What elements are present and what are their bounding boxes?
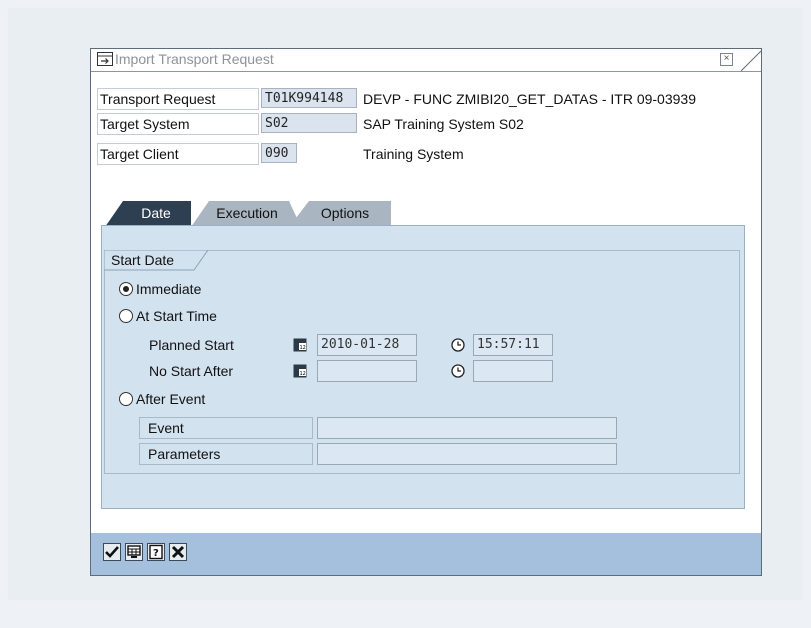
- svg-text:12: 12: [300, 345, 306, 351]
- transport-request-value[interactable]: T01K994148: [261, 88, 357, 108]
- planned-start-date-input[interactable]: 2010-01-28: [317, 334, 417, 356]
- event-label: Event: [139, 417, 313, 439]
- target-system-value[interactable]: S02: [261, 113, 357, 133]
- event-input[interactable]: [317, 417, 617, 439]
- transport-request-row: Transport Request T01K994148 DEVP - FUNC…: [97, 88, 757, 110]
- no-start-after-label: No Start After: [149, 363, 234, 379]
- tab-execution[interactable]: Execution: [205, 201, 289, 225]
- target-system-description: SAP Training System S02: [363, 116, 524, 132]
- target-client-label: Target Client: [97, 143, 259, 165]
- date-tab-panel: Start Date Immediate At Start Time Plann…: [101, 225, 745, 509]
- at-start-time-radio-row[interactable]: At Start Time: [119, 306, 217, 326]
- planned-start-label: Planned Start: [149, 337, 234, 353]
- import-transport-dialog: Import Transport Request × Transport Req…: [90, 48, 762, 576]
- calendar-icon[interactable]: 12: [293, 364, 307, 378]
- target-client-description: Training System: [363, 146, 464, 162]
- continue-button[interactable]: [103, 543, 121, 561]
- target-client-value[interactable]: 090: [261, 143, 297, 163]
- start-date-group: Start Date Immediate At Start Time Plann…: [104, 250, 740, 474]
- target-system-label: Target System: [97, 113, 259, 135]
- parameters-label: Parameters: [139, 443, 313, 465]
- dialog-title: Import Transport Request: [115, 51, 274, 67]
- planned-start-time-input[interactable]: 15:57:11: [473, 334, 553, 356]
- target-client-row: Target Client 090 Training System: [97, 143, 757, 165]
- corner-decoration: [740, 50, 761, 71]
- immediate-radio-row[interactable]: Immediate: [119, 279, 201, 299]
- dialog-titlebar[interactable]: Import Transport Request ×: [91, 49, 761, 72]
- at-start-time-label: At Start Time: [136, 308, 217, 324]
- cancel-icon: [171, 545, 185, 559]
- help-button[interactable]: ?: [147, 543, 165, 561]
- svg-text:12: 12: [300, 371, 306, 377]
- no-start-after-date-input[interactable]: [317, 360, 417, 382]
- svg-text:?: ?: [153, 548, 159, 559]
- tab-options[interactable]: Options: [305, 201, 385, 225]
- dialog-toolbar: ?: [91, 533, 761, 575]
- after-event-radio-row[interactable]: After Event: [119, 389, 205, 409]
- clock-icon[interactable]: [451, 364, 465, 378]
- target-system-row: Target System S02 SAP Training System S0…: [97, 113, 757, 135]
- calendar-icon[interactable]: 12: [293, 338, 307, 352]
- after-event-radio[interactable]: [119, 392, 133, 406]
- clock-icon[interactable]: [451, 338, 465, 352]
- tab-date[interactable]: Date: [121, 201, 191, 225]
- help-icon: ?: [149, 544, 163, 560]
- immediate-label: Immediate: [136, 281, 202, 297]
- parameters-input[interactable]: [317, 443, 617, 465]
- after-event-label: After Event: [136, 391, 206, 407]
- no-start-after-time-input[interactable]: [473, 360, 553, 382]
- immediate-radio[interactable]: [119, 282, 133, 296]
- close-icon[interactable]: ×: [720, 53, 733, 66]
- schedule-icon: [127, 545, 141, 558]
- cancel-button[interactable]: [169, 543, 187, 561]
- start-date-title: Start Date: [111, 252, 175, 268]
- schedule-button[interactable]: [125, 543, 143, 561]
- at-start-time-radio[interactable]: [119, 309, 133, 323]
- transport-request-description: DEVP - FUNC ZMIBI20_GET_DATAS - ITR 09-0…: [363, 91, 696, 107]
- check-icon: [105, 546, 119, 558]
- transport-request-label: Transport Request: [97, 88, 259, 110]
- transport-icon: [97, 52, 113, 66]
